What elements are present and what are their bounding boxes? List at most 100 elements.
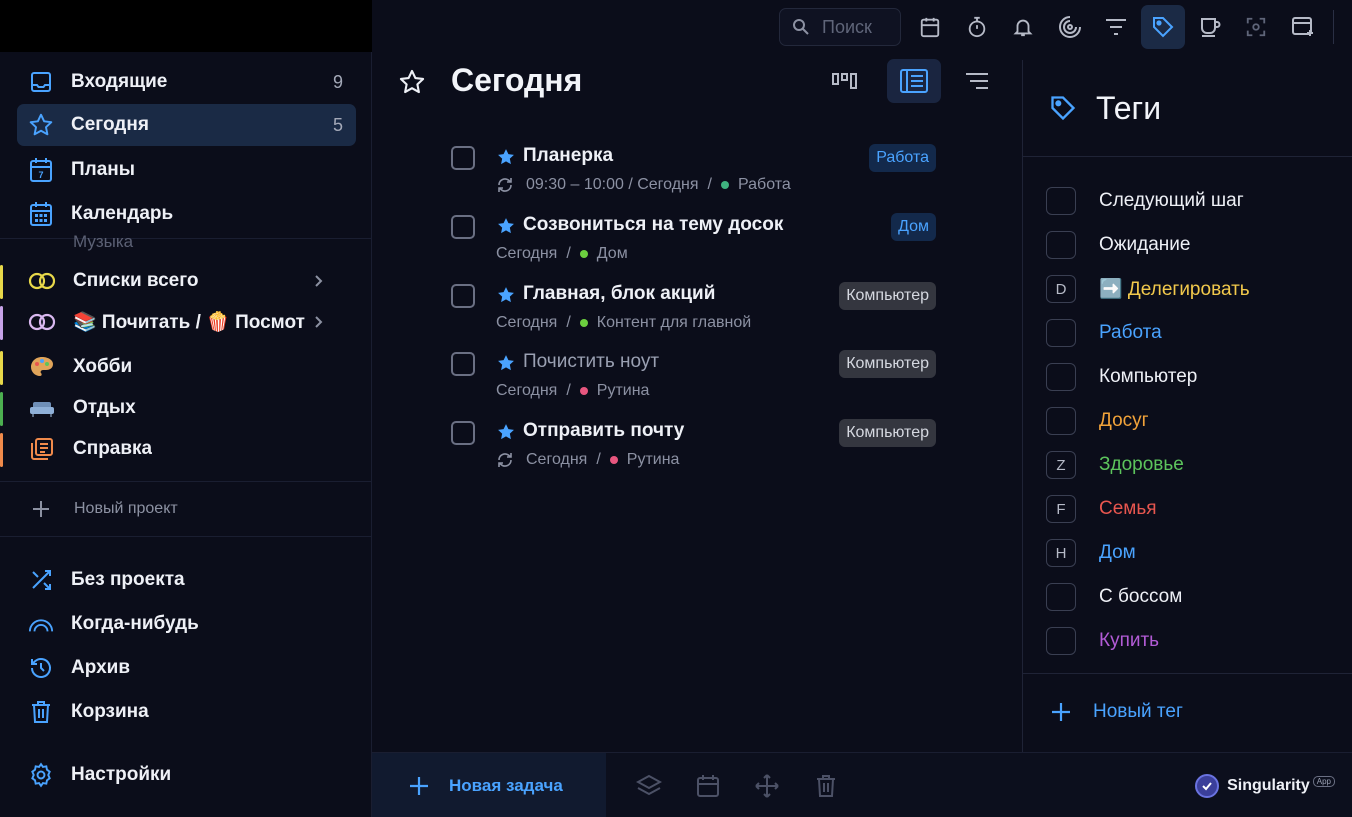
tag-shortcut-box[interactable]: [1046, 583, 1076, 611]
sidebar-item-plans[interactable]: 7 Планы: [17, 149, 356, 191]
star-icon[interactable]: [496, 216, 516, 236]
task-checkbox[interactable]: [451, 421, 475, 445]
star-icon[interactable]: [496, 353, 516, 373]
new-project-button[interactable]: Новый проект: [30, 498, 178, 520]
task-meta: Сегодня / Контент для главной: [496, 314, 751, 332]
tag-shortcut-box[interactable]: [1046, 231, 1076, 259]
meta-separator: /: [707, 176, 712, 193]
task-row[interactable]: Отправить почту Сегодня / Рутина Компьют…: [450, 417, 940, 479]
sidebar-item-label: Без проекта: [71, 569, 185, 590]
project-all-lists[interactable]: Списки всего: [0, 261, 372, 301]
sidebar-item-someday[interactable]: Когда-нибудь: [17, 603, 356, 645]
task-row[interactable]: Созвониться на тему досок Сегодня / Дом …: [450, 211, 940, 273]
tag-item[interactable]: Работа: [1046, 318, 1346, 348]
sort-button[interactable]: [950, 59, 1004, 103]
task-project: Рутина: [626, 451, 680, 468]
list-icon: [900, 69, 928, 93]
tag-item[interactable]: Досуг: [1046, 406, 1346, 436]
sidebar-item-inbox[interactable]: Входящие 9: [17, 61, 356, 103]
board-view-button[interactable]: [818, 59, 872, 103]
task-checkbox[interactable]: [451, 146, 475, 170]
favorite-star-icon[interactable]: [398, 68, 426, 96]
sidebar-item-no-project[interactable]: Без проекта: [17, 559, 356, 601]
tag-item[interactable]: Компьютер: [1046, 362, 1346, 392]
task-project: Работа: [737, 176, 791, 193]
tag-item[interactable]: Z Здоровье: [1046, 450, 1346, 480]
new-window-button[interactable]: [1281, 5, 1325, 49]
sidebar-item-archive[interactable]: Архив: [17, 647, 356, 689]
repeat-icon: [498, 178, 512, 192]
tags-button[interactable]: [1141, 5, 1185, 49]
brand-badge: App: [1312, 775, 1335, 787]
tag-item[interactable]: С боссом: [1046, 582, 1346, 612]
task-row[interactable]: Планерка 09:30 – 10:00 / Сегодня / Работ…: [450, 142, 940, 204]
chevron-right-icon[interactable]: [312, 274, 326, 288]
task-tag[interactable]: Компьютер: [839, 350, 936, 378]
tag-item[interactable]: H Дом: [1046, 538, 1346, 568]
list-rings-icon: [28, 308, 56, 336]
tag-shortcut-box[interactable]: F: [1046, 495, 1076, 523]
project-label: 📚 Почитать / 🍿 Посмотреть: [73, 312, 305, 333]
project-color-bar: [0, 392, 3, 426]
project-color-bar: [0, 433, 3, 467]
task-checkbox[interactable]: [451, 215, 475, 239]
tag-item[interactable]: D ➡️ Делегировать: [1046, 274, 1346, 304]
task-checkbox[interactable]: [451, 352, 475, 376]
tag-item[interactable]: Следующий шаг: [1046, 186, 1346, 216]
tag-name: Дом: [1099, 542, 1136, 563]
sidebar-item-settings[interactable]: Настройки: [17, 754, 356, 796]
new-tag-button[interactable]: Новый тег: [1049, 700, 1183, 724]
page-title: Сегодня: [451, 62, 583, 98]
task-tag[interactable]: Работа: [869, 144, 936, 172]
list-view-button[interactable]: [887, 59, 941, 103]
task-tag[interactable]: Компьютер: [839, 282, 936, 310]
filter-button[interactable]: [1094, 5, 1138, 49]
tag-item[interactable]: F Семья: [1046, 494, 1346, 524]
calendar-icon[interactable]: [695, 773, 721, 799]
tag-shortcut-box[interactable]: [1046, 407, 1076, 435]
tag-shortcut-box[interactable]: [1046, 363, 1076, 391]
calendar-view-button[interactable]: [908, 5, 952, 49]
tag-item[interactable]: Ожидание: [1046, 230, 1346, 260]
star-icon[interactable]: [496, 422, 516, 442]
tag-shortcut-box[interactable]: [1046, 187, 1076, 215]
move-icon[interactable]: [754, 773, 780, 799]
sidebar-item-today[interactable]: Сегодня 5: [17, 104, 356, 146]
star-icon[interactable]: [496, 147, 516, 167]
trash-icon[interactable]: [813, 773, 839, 799]
search-box[interactable]: Поиск: [779, 8, 901, 46]
project-rest[interactable]: Отдых: [0, 388, 372, 428]
sidebar-item-label: Планы: [71, 159, 135, 180]
project-read-watch[interactable]: 📚 Почитать / 🍿 Посмотреть: [0, 302, 372, 342]
screenshot-button[interactable]: [1234, 5, 1278, 49]
focus-button[interactable]: [1048, 5, 1092, 49]
notifications-button[interactable]: [1001, 5, 1045, 49]
task-meta: Сегодня / Рутина: [496, 451, 679, 469]
task-row[interactable]: Главная, блок акций Сегодня / Контент дл…: [450, 280, 940, 342]
sidebar-item-trash[interactable]: Корзина: [17, 691, 356, 733]
tag-shortcut-box[interactable]: [1046, 627, 1076, 655]
task-checkbox[interactable]: [451, 284, 475, 308]
task-tag[interactable]: Дом: [891, 213, 936, 241]
project-label: Отдых: [73, 397, 136, 418]
tag-shortcut-box[interactable]: Z: [1046, 451, 1076, 479]
tag-shortcut-box[interactable]: H: [1046, 539, 1076, 567]
sidebar-item-calendar[interactable]: Календарь: [17, 193, 356, 235]
bell-icon: [1013, 19, 1033, 37]
new-tag-label: Новый тег: [1093, 701, 1183, 722]
tag-shortcut-box[interactable]: [1046, 319, 1076, 347]
tag-shortcut-box[interactable]: D: [1046, 275, 1076, 303]
chevron-right-icon[interactable]: [312, 315, 326, 329]
task-row[interactable]: Почистить ноут Сегодня / Рутина Компьюте…: [450, 348, 940, 410]
project-hobby[interactable]: Хобби: [0, 347, 372, 387]
habits-button[interactable]: [1188, 5, 1232, 49]
cup-icon: [1201, 18, 1221, 37]
project-reference[interactable]: Справка: [0, 429, 372, 469]
tag-name: ➡️ Делегировать: [1099, 279, 1250, 300]
task-tag[interactable]: Компьютер: [839, 419, 936, 447]
star-icon[interactable]: [496, 285, 516, 305]
timer-button[interactable]: [955, 5, 999, 49]
layers-icon[interactable]: [636, 773, 662, 799]
new-task-button[interactable]: Новая задача: [372, 753, 606, 817]
tag-item[interactable]: Купить: [1046, 626, 1346, 656]
